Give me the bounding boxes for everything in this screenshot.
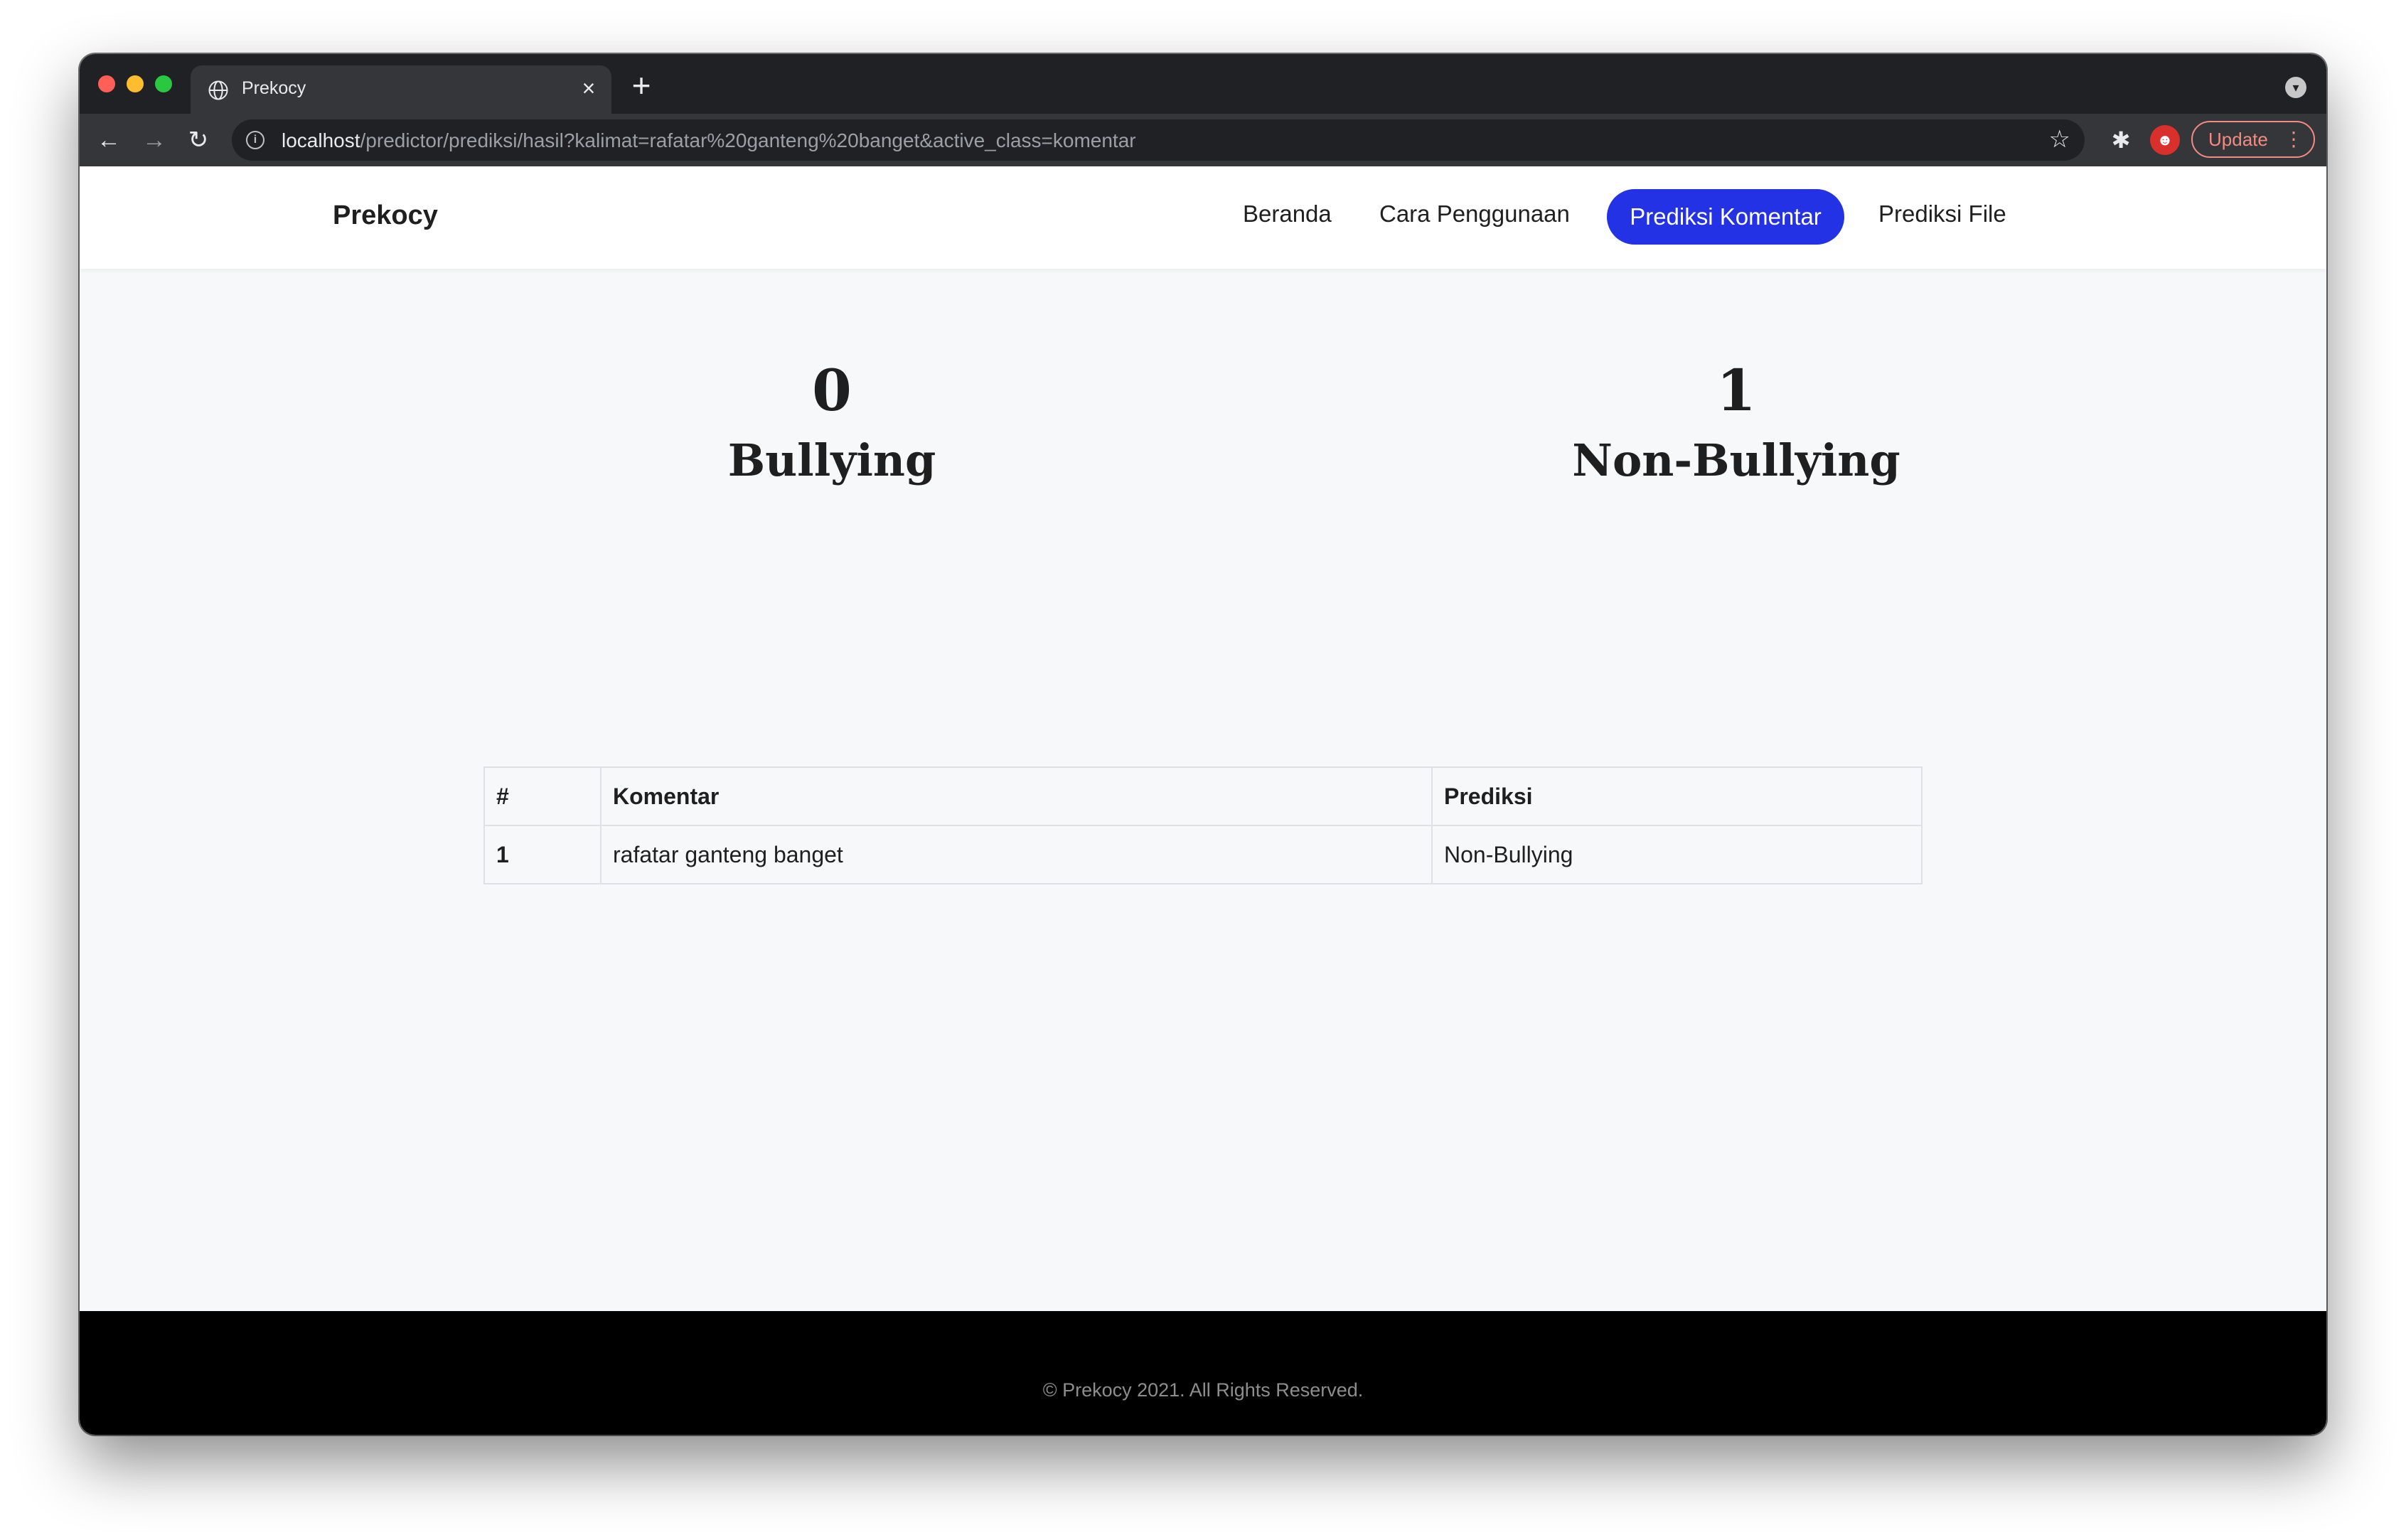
forward-arrow-icon[interactable]: →: [138, 124, 171, 156]
minimize-window-button[interactable]: [127, 75, 144, 92]
stat-label: Bullying: [727, 434, 936, 486]
bookmark-star-icon[interactable]: ☆: [2049, 125, 2070, 154]
nav-link-cara-penggunaan[interactable]: Cara Penggunaan: [1379, 200, 1570, 228]
stat-bullying: 0 Bullying: [583, 358, 1081, 489]
tab-search-icon[interactable]: ▾: [2285, 77, 2306, 98]
browser-toolbar: ← → ↻ i localhost/predictor/prediksi/has…: [80, 114, 2326, 166]
site-navbar: Prekocy Beranda Cara Penggunaan Prediksi…: [80, 166, 2326, 269]
tab-title: Prekocy: [242, 78, 306, 98]
browser-window: Prekocy × + ▾ ← → ↻ i localhost/predicto…: [80, 54, 2326, 1435]
stat-label: Non-Bullying: [1572, 434, 1900, 486]
globe-icon: [208, 80, 228, 100]
puzzle-icon[interactable]: ✱: [2105, 124, 2137, 156]
close-window-button[interactable]: [98, 75, 115, 92]
info-icon[interactable]: i: [246, 131, 264, 149]
result-table: # Komentar Prediksi 1 rafatar ganteng ba…: [483, 766, 1923, 884]
tab-close-icon[interactable]: ×: [576, 75, 602, 101]
url-text[interactable]: localhost/predictor/prediksi/hasil?kalim…: [282, 129, 1136, 152]
nav-link-prediksi-file[interactable]: Prediksi File: [1878, 200, 2006, 228]
brand-logo[interactable]: Prekocy: [333, 200, 438, 231]
nav-link-beranda[interactable]: Beranda: [1243, 200, 1332, 228]
column-header: Prediksi: [1431, 766, 1923, 826]
column-header: #: [483, 766, 602, 826]
new-tab-button[interactable]: +: [626, 69, 657, 102]
table-cell: rafatar ganteng banget: [600, 825, 1433, 884]
stat-count: 0: [812, 357, 852, 424]
footer-copyright: © Prekocy 2021. All Rights Reserved.: [1042, 1379, 1364, 1401]
extension-avatar-icon[interactable]: ☻: [2150, 125, 2180, 155]
address-bar[interactable]: i localhost/predictor/prediksi/hasil?kal…: [232, 119, 2085, 161]
nav-link-prediksi-komentar[interactable]: Prediksi Komentar: [1607, 189, 1844, 245]
maximize-window-button[interactable]: [155, 75, 172, 92]
column-header: Komentar: [600, 766, 1433, 826]
back-arrow-icon[interactable]: ←: [92, 124, 125, 156]
table-cell: 1: [483, 825, 602, 884]
browser-tab[interactable]: Prekocy ×: [191, 65, 611, 114]
stat-count: 1: [1716, 357, 1756, 424]
stat-non-bullying: 1 Non-Bullying: [1487, 358, 1985, 489]
reload-icon[interactable]: ↻: [182, 124, 215, 156]
table-header-row: # Komentar Prediksi: [483, 766, 1923, 826]
update-button[interactable]: Update ⋮: [2191, 121, 2315, 158]
tab-strip: Prekocy × + ▾: [80, 54, 2326, 114]
table-cell: Non-Bullying: [1431, 825, 1923, 884]
web-page: Prekocy Beranda Cara Penggunaan Prediksi…: [80, 166, 2326, 1435]
table-row: 1 rafatar ganteng banget Non-Bullying: [483, 825, 1923, 884]
site-footer: © Prekocy 2021. All Rights Reserved.: [80, 1311, 2326, 1435]
more-vert-icon[interactable]: ⋮: [2284, 122, 2304, 156]
